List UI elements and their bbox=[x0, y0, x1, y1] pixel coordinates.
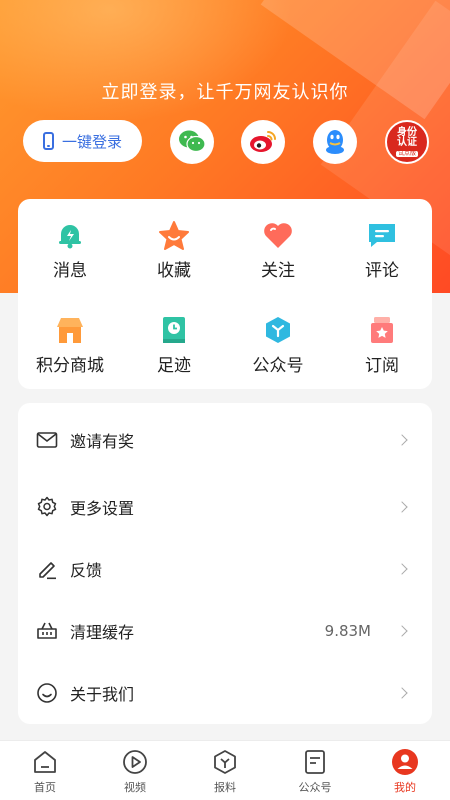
gear-icon bbox=[37, 496, 57, 517]
id-badge-line1: 身份 bbox=[397, 126, 417, 138]
grid-label: 足迹 bbox=[157, 356, 191, 376]
chevron-right-icon bbox=[396, 625, 408, 637]
list-item-label: 关于我们 bbox=[70, 685, 135, 704]
feature-grid: 消息 收藏 关注 评论 积分商城 足迹 公众号 订阅 bbox=[18, 199, 432, 389]
list-item-more-settings[interactable]: 更多设置 bbox=[18, 476, 432, 538]
grid-label: 积分商城 bbox=[36, 356, 104, 376]
grid-item-official-accounts[interactable]: 公众号 bbox=[226, 314, 330, 390]
clock-book-icon bbox=[157, 314, 191, 346]
subscribe-icon bbox=[365, 314, 399, 346]
hexagon-icon bbox=[261, 314, 295, 346]
weibo-icon bbox=[250, 131, 276, 152]
report-icon bbox=[214, 750, 236, 774]
chevron-right-icon bbox=[396, 501, 408, 513]
wechat-icon bbox=[179, 130, 206, 153]
chevron-right-icon bbox=[396, 434, 408, 446]
tab-label: 报料 bbox=[214, 781, 236, 794]
mail-icon bbox=[36, 432, 58, 448]
list-item-label: 邀请有奖 bbox=[70, 432, 135, 451]
list-item-invite[interactable]: 邀请有奖 bbox=[18, 409, 432, 471]
login-button-label: 一键登录 bbox=[61, 132, 122, 151]
grid-label: 关注 bbox=[261, 261, 295, 281]
grid-label: 评论 bbox=[365, 261, 399, 281]
weibo-login-button[interactable] bbox=[241, 120, 285, 164]
list-item-about-us[interactable]: 关于我们 bbox=[18, 662, 432, 724]
bottom-tab-bar: 首页 视频 报料 公众号 我的 bbox=[0, 740, 450, 800]
list-item-feedback[interactable]: 反馈 bbox=[18, 538, 432, 600]
tab-label: 我的 bbox=[394, 781, 416, 794]
basket-icon bbox=[37, 622, 57, 639]
tab-official-accounts[interactable]: 公众号 bbox=[270, 741, 360, 800]
grid-item-points-mall[interactable]: 积分商城 bbox=[18, 314, 122, 390]
pencil-icon bbox=[39, 562, 56, 580]
tab-home[interactable]: 首页 bbox=[0, 741, 90, 800]
settings-list: 邀请有奖 更多设置 反馈 清理缓存 9.83M 关于我们 bbox=[18, 403, 432, 724]
list-item-label: 更多设置 bbox=[70, 499, 135, 518]
cache-size-value: 9.83M bbox=[324, 622, 371, 640]
list-item-clear-cache[interactable]: 清理缓存 9.83M bbox=[18, 600, 432, 662]
tab-label: 视频 bbox=[124, 781, 146, 794]
tab-video[interactable]: 视频 bbox=[90, 741, 180, 800]
chevron-right-icon bbox=[396, 687, 408, 699]
id-badge-line2: 认证 bbox=[397, 136, 417, 148]
grid-label: 订阅 bbox=[365, 356, 399, 376]
qq-icon bbox=[326, 130, 344, 154]
login-row: 一键登录 身份 认证 试点版 bbox=[0, 120, 450, 164]
login-prompt: 立即登录，让千万网友认识你 bbox=[101, 82, 349, 103]
profile-icon bbox=[392, 749, 418, 775]
grid-label: 公众号 bbox=[252, 356, 304, 376]
tab-profile[interactable]: 我的 bbox=[360, 741, 450, 800]
chevron-right-icon bbox=[396, 563, 408, 575]
tab-report[interactable]: 报料 bbox=[180, 741, 270, 800]
id-badge-line3: 试点版 bbox=[395, 149, 418, 157]
list-item-label: 清理缓存 bbox=[70, 623, 135, 642]
grid-item-favorites[interactable]: 收藏 bbox=[122, 219, 226, 295]
phone-icon bbox=[42, 132, 54, 150]
shop-icon bbox=[53, 314, 87, 346]
play-icon bbox=[123, 750, 147, 774]
one-click-login-button[interactable]: 一键登录 bbox=[23, 120, 142, 162]
grid-item-history[interactable]: 足迹 bbox=[122, 314, 226, 390]
identity-verification-badge[interactable]: 身份 认证 试点版 bbox=[385, 120, 429, 164]
grid-item-subscriptions[interactable]: 订阅 bbox=[330, 314, 434, 390]
tab-label: 首页 bbox=[34, 781, 56, 794]
tab-label: 公众号 bbox=[298, 781, 332, 794]
article-icon bbox=[305, 750, 325, 774]
grid-label: 收藏 bbox=[157, 261, 191, 281]
smile-icon bbox=[37, 683, 57, 703]
list-item-label: 反馈 bbox=[70, 561, 103, 580]
qq-login-button[interactable] bbox=[313, 120, 357, 164]
wechat-login-button[interactable] bbox=[170, 120, 214, 164]
grid-item-messages[interactable]: 消息 bbox=[18, 219, 122, 295]
heart-icon bbox=[261, 219, 295, 251]
grid-item-following[interactable]: 关注 bbox=[226, 219, 330, 295]
star-icon bbox=[157, 219, 191, 251]
grid-label: 消息 bbox=[53, 261, 87, 281]
grid-item-comments[interactable]: 评论 bbox=[330, 219, 434, 295]
bell-icon bbox=[53, 219, 87, 251]
comment-icon bbox=[365, 219, 399, 251]
home-icon bbox=[34, 751, 56, 773]
